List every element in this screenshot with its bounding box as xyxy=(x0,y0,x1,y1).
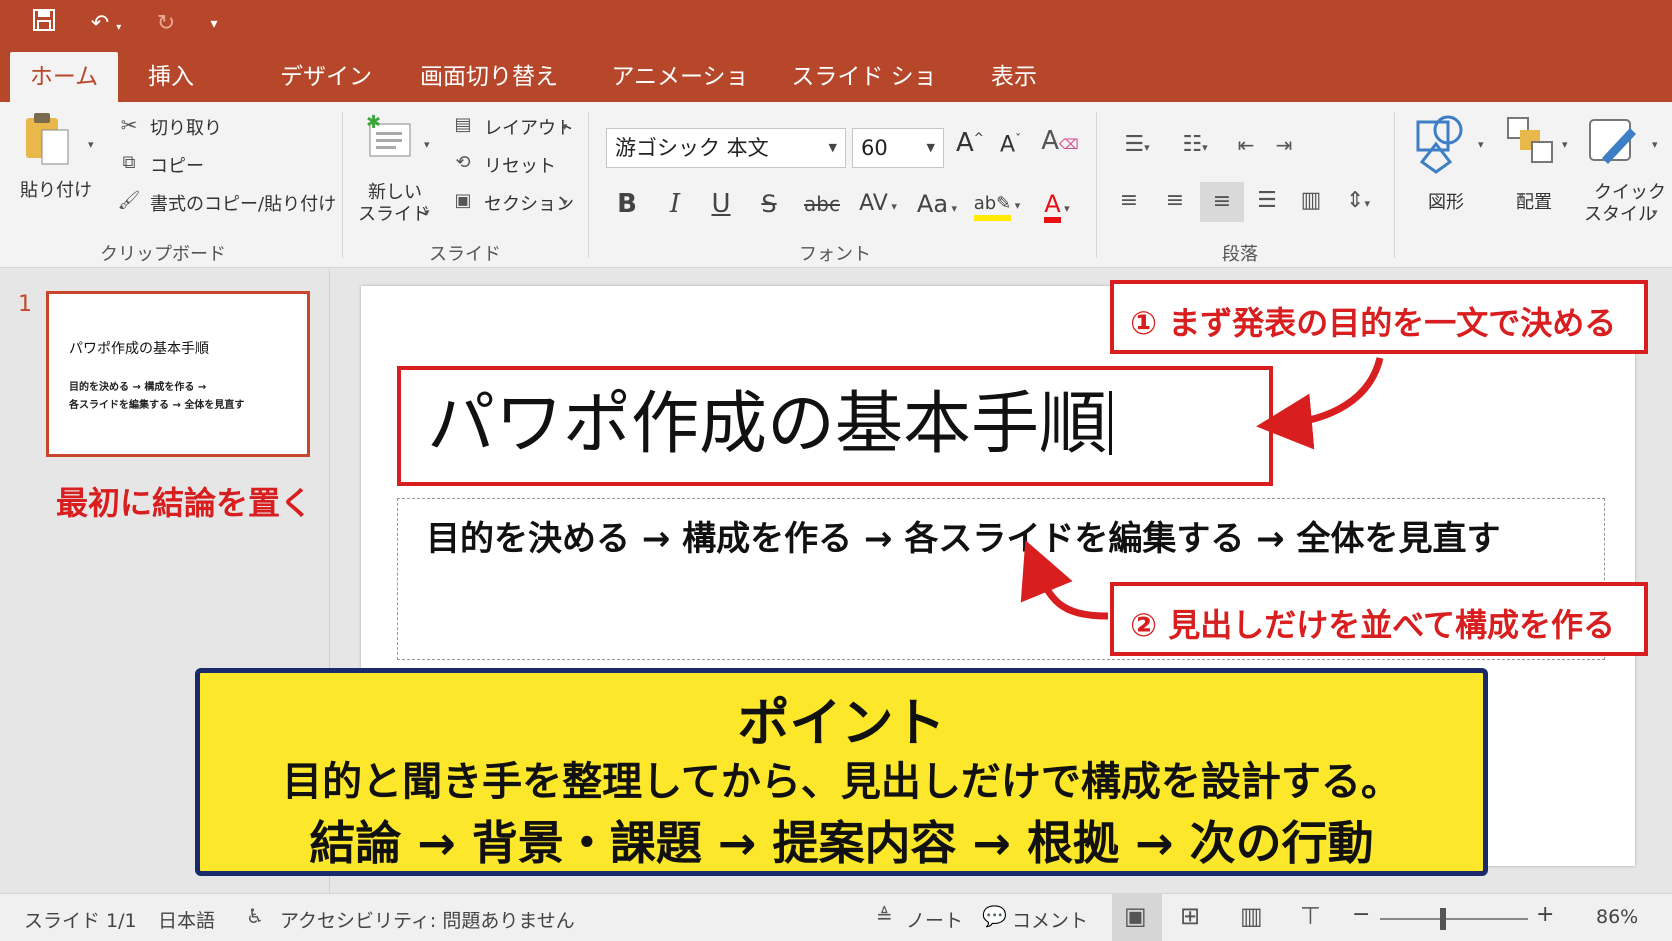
zoom-out-button[interactable]: − xyxy=(1352,902,1370,927)
language-indicator[interactable]: 日本語 xyxy=(158,906,215,933)
status-bar: スライド 1/1 日本語 ♿ アクセシビリティ: 問題ありません ≜ ノート 💬… xyxy=(0,893,1672,941)
notes-button[interactable]: ノート xyxy=(906,906,963,933)
notes-icon: ≜ xyxy=(876,904,893,928)
slideshow-view-icon[interactable]: ⊤ xyxy=(1300,902,1321,930)
slide-counter: スライド 1/1 xyxy=(24,910,137,932)
zoom-in-button[interactable]: + xyxy=(1536,902,1554,927)
arrow-to-title xyxy=(1256,357,1384,450)
normal-view-icon: ▣ xyxy=(1124,902,1147,930)
accessibility-icon: ♿ xyxy=(246,904,264,928)
point-line-1: 目的と聞き手を整理してから、見出しだけで構成を設計する。 xyxy=(282,759,1401,805)
slide-sorter-icon[interactable]: ⊞ xyxy=(1180,902,1200,930)
point-line-2: 結論 → 背景・課題 → 提案内容 → 根拠 → 次の行動 xyxy=(309,816,1374,870)
arrow-to-body xyxy=(1020,540,1109,620)
reading-view-icon[interactable]: ▥ xyxy=(1240,902,1263,930)
comments-button[interactable]: コメント xyxy=(1012,906,1088,933)
comment-icon: 💬 xyxy=(982,904,1007,928)
zoom-slider-thumb[interactable] xyxy=(1440,908,1446,930)
point-box: ポイント 目的と聞き手を整理してから、見出しだけで構成を設計する。 結論 → 背… xyxy=(195,668,1488,876)
zoom-level[interactable]: 86% xyxy=(1596,906,1638,928)
zoom-slider-track[interactable] xyxy=(1380,918,1528,920)
point-heading: ポイント xyxy=(737,694,946,754)
accessibility-status[interactable]: アクセシビリティ: 問題ありません xyxy=(280,906,575,933)
normal-view-button[interactable]: ▣ xyxy=(1112,894,1162,941)
